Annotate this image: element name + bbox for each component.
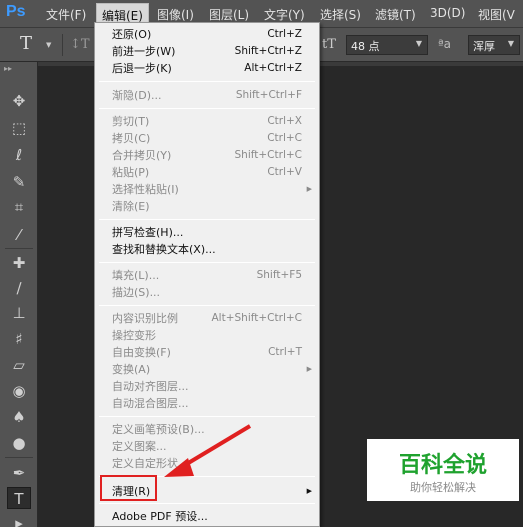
menu-item-free-transform[interactable]: 自由变换(F) Ctrl+T (95, 344, 319, 361)
menu-layer[interactable]: 图层(L) (209, 6, 249, 23)
menu-item-cut[interactable]: 剪切(T) Ctrl+X (95, 113, 319, 130)
menu-item-auto-blend-layers[interactable]: 自动混合图层... (95, 395, 319, 412)
watermark-title: 百科全说 (398, 453, 487, 478)
type-tool-icon[interactable]: T (7, 487, 31, 509)
menu-item-step-backward[interactable]: 后退一步(K) Alt+Ctrl+Z (95, 60, 319, 77)
menu-separator (99, 219, 315, 220)
pen-tool-icon[interactable]: ✒ (7, 462, 31, 484)
menu-item-adobe-pdf-presets[interactable]: Adobe PDF 预设... (95, 508, 319, 525)
menu-item-auto-align-layers[interactable]: 自动对齐图层... (95, 378, 319, 395)
menu-separator (99, 262, 315, 263)
menu-image[interactable]: 图像(I) (157, 6, 194, 23)
tools-panel: ▸▸ ✥ ⬚ ℓ ✎ ⌗ ⁄ ✚ ∕ ⊥ ♯ ▱ ◉ ♠ ● ✒ T ▸ (0, 62, 38, 527)
history-brush-tool-icon[interactable]: ♯ (7, 328, 31, 350)
menu-item-stroke[interactable]: 描边(S)... (95, 284, 319, 301)
healing-brush-tool-icon[interactable]: ✚ (7, 252, 31, 274)
stamp-tool-icon[interactable]: ⊥ (7, 302, 31, 324)
menu-separator (99, 416, 315, 417)
submenu-arrow-icon: ▶ (306, 487, 312, 495)
blur-tool-icon[interactable]: ♠ (7, 406, 31, 428)
menu-item-puppet-warp[interactable]: 操控变形 (95, 327, 319, 344)
menu-item-undo[interactable]: 还原(O) Ctrl+Z (95, 26, 319, 43)
annotation-highlight-box (100, 475, 157, 501)
menu-item-paste-special[interactable]: 选择性粘贴(I) ▶ (95, 181, 319, 198)
watermark-subtitle: 助你轻松解决 (410, 481, 476, 494)
menu-item-copy-merged[interactable]: 合并拷贝(Y) Shift+Ctrl+C (95, 147, 319, 164)
menu-type[interactable]: 文字(Y) (264, 6, 305, 23)
menu-item-paste[interactable]: 粘贴(P) Ctrl+V (95, 164, 319, 181)
menu-item-step-forward[interactable]: 前进一步(W) Shift+Ctrl+Z (95, 43, 319, 60)
chevron-down-icon: ▼ (507, 39, 514, 48)
crop-tool-icon[interactable]: ⌗ (7, 196, 31, 218)
tool-preset-type-icon[interactable]: T (20, 33, 32, 54)
chevron-down-icon: ▼ (415, 39, 422, 48)
antialias-select[interactable]: 浑厚 ▼ (468, 35, 520, 55)
dodge-tool-icon[interactable]: ● (7, 432, 31, 454)
menu-item-fill[interactable]: 填充(L)... Shift+F5 (95, 267, 319, 284)
move-tool-icon[interactable]: ✥ (7, 90, 31, 112)
menu-separator (99, 503, 315, 504)
submenu-arrow-icon: ▶ (306, 185, 312, 193)
menu-item-content-aware-scale[interactable]: 内容识别比例 Alt+Shift+Ctrl+C (95, 310, 319, 327)
submenu-arrow-icon: ▶ (306, 365, 312, 373)
lasso-tool-icon[interactable]: ℓ (7, 144, 31, 166)
marquee-tool-icon[interactable]: ⬚ (7, 117, 31, 139)
menu-3d[interactable]: 3D(D) (430, 6, 465, 20)
menu-item-fade[interactable]: 渐隐(D)... Shift+Ctrl+F (95, 87, 319, 104)
menu-item-find-replace[interactable]: 查找和替换文本(X)... (95, 241, 319, 258)
path-select-tool-icon[interactable]: ▸ (7, 512, 31, 527)
quick-select-tool-icon[interactable]: ✎ (7, 171, 31, 193)
menu-separator (99, 305, 315, 306)
menu-select[interactable]: 选择(S) (320, 6, 361, 23)
menu-item-copy[interactable]: 拷贝(C) Ctrl+C (95, 130, 319, 147)
menu-separator (99, 81, 315, 82)
watermark-badge: 百科全说 助你轻松解决 (367, 439, 519, 501)
eraser-tool-icon[interactable]: ▱ (7, 354, 31, 376)
menu-view[interactable]: 视图(V (478, 6, 515, 23)
menu-separator (99, 108, 315, 109)
menu-filter[interactable]: 滤镜(T) (375, 6, 416, 23)
photoshop-logo-icon: Ps (6, 3, 26, 20)
antialias-value: 浑厚 (473, 40, 495, 53)
divider (5, 248, 33, 249)
menu-item-clear[interactable]: 清除(E) (95, 198, 319, 215)
chevron-down-icon[interactable]: ▼ (46, 41, 51, 49)
antialias-icon: ªa (438, 37, 452, 51)
paint-bucket-tool-icon[interactable]: ◉ (7, 380, 31, 402)
divider (5, 457, 33, 458)
menu-file[interactable]: 文件(F) (46, 6, 86, 23)
eyedropper-tool-icon[interactable]: ⁄ (7, 224, 31, 246)
brush-tool-icon[interactable]: ∕ (7, 277, 31, 299)
divider (62, 34, 63, 56)
text-orientation-icon[interactable]: ↕T (70, 37, 90, 52)
panel-collapse-icon[interactable]: ▸▸ (4, 64, 12, 73)
menu-item-transform[interactable]: 变换(A) ▶ (95, 361, 319, 378)
font-size-icon: tT (322, 37, 336, 52)
annotation-arrow-icon (164, 424, 252, 477)
menu-item-spell-check[interactable]: 拼写检查(H)... (95, 224, 319, 241)
font-size-select[interactable]: 48 点 ▼ (346, 35, 428, 55)
font-size-value: 48 点 (351, 40, 380, 53)
